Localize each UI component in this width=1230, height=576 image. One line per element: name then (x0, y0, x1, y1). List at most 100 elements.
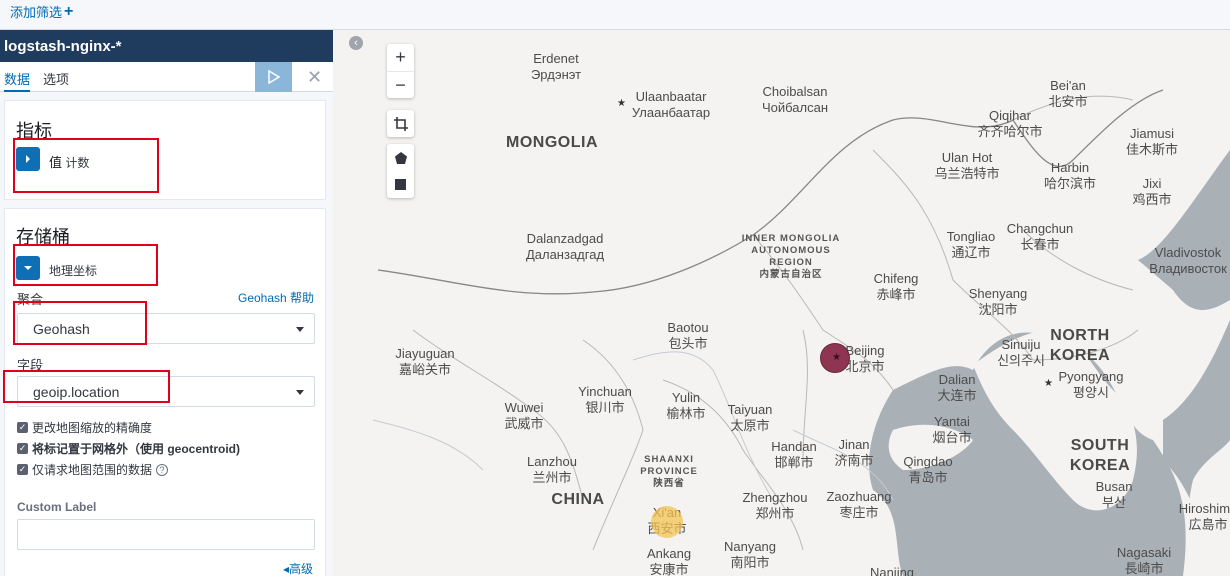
metrics-title: 指标 (16, 121, 52, 141)
zoom-control: + − (387, 44, 414, 98)
capital-star-icon: ★ (1044, 378, 1053, 389)
city-label: Handan 邯郸市 (771, 439, 817, 470)
field-select-value: geoip.location (33, 384, 120, 400)
country-label: SOUTH KOREA (1069, 437, 1131, 474)
option-label: 更改地图缩放的精确度 (32, 421, 153, 435)
city-label: Tongliao 通辽市 (946, 229, 996, 260)
custom-label-title: Custom Label (17, 500, 97, 514)
option-change-precision[interactable]: ✓ 更改地图缩放的精确度 (17, 419, 152, 436)
city-label: Nanjing (869, 565, 915, 576)
add-filter-link[interactable]: 添加筛选 + (10, 2, 73, 21)
city-label: Wuwei 武威市 (504, 400, 544, 431)
country-label: NORTH KOREA (1049, 327, 1111, 364)
apply-changes-button[interactable] (255, 62, 292, 92)
map-canvas[interactable]: ‹ + − MONGOLIA CHINA NORTH KOREA SOUTH K… (333, 30, 1230, 576)
city-label: Dalian 大连市 (937, 372, 977, 403)
question-icon[interactable]: ? (156, 463, 169, 476)
draw-control (387, 144, 414, 198)
draw-polygon-button[interactable] (387, 144, 414, 171)
region-label: SHAANXI PROVINCE 陕西省 (640, 454, 698, 489)
city-label: Baotou 包头市 (667, 320, 709, 351)
city-label: Ulaanbaatar Улаанбаатар (631, 89, 711, 120)
city-label: Beijing 北京市 (845, 343, 885, 374)
advanced-toggle-link[interactable]: ◂高级 (283, 560, 313, 576)
index-pattern-title: logstash-nginx-* (0, 30, 333, 62)
zoom-in-button[interactable]: + (387, 44, 414, 71)
option-map-bounds[interactable]: ✓ 仅请求地图范围的数据 ? (17, 461, 169, 478)
city-label: Chifeng 赤峰市 (873, 271, 919, 302)
tab-options[interactable]: 选项 (43, 69, 69, 88)
caret-down-icon (296, 327, 304, 332)
aggregation-select[interactable]: Geohash (17, 313, 315, 344)
city-label: Changchun 长春市 (1006, 221, 1074, 252)
metrics-panel: 指标 值 计数 (4, 100, 326, 200)
city-label: Taiyuan 太原市 (727, 402, 773, 433)
option-geocentroid[interactable]: ✓ 将标记置于网格外（使用 geocentroid) (17, 440, 240, 457)
country-label: MONGOLIA (506, 134, 598, 151)
close-icon: ✕ (306, 66, 323, 87)
tab-data[interactable]: 数据 (4, 69, 31, 92)
city-label: Nanyang 南阳市 (723, 539, 777, 570)
bucket-agg-label[interactable]: 地理坐标 (49, 262, 97, 279)
filter-bar: 添加筛选 + (0, 0, 1230, 30)
geohash-marker-xian[interactable] (651, 506, 683, 538)
city-label: Qiqihar 齐齐哈尔市 (977, 108, 1043, 139)
field-select[interactable]: geoip.location (17, 376, 315, 407)
city-label: Lanzhou 兰州市 (527, 454, 577, 485)
buckets-panel: 存储桶 地理坐标 聚合 Geohash 帮助 Geohash 字段 geoip.… (4, 208, 326, 576)
fit-bounds-control (387, 110, 414, 137)
crop-icon (393, 116, 408, 131)
add-filter-label: 添加筛选 (10, 5, 63, 20)
play-icon (267, 70, 280, 84)
metric-agg-label[interactable]: 值 计数 (49, 152, 89, 171)
city-label: Dalanzadgad Даланзадгад (525, 231, 605, 262)
city-label: Harbin 哈尔滨市 (1043, 160, 1097, 191)
chevron-down-icon (24, 266, 32, 270)
checkbox-checked-icon[interactable]: ✓ (17, 422, 28, 433)
city-label: Sinuiju 신의주시 (997, 337, 1045, 368)
city-label: Erdenet Эрдэнэт (530, 51, 582, 82)
plus-icon: + (64, 2, 74, 20)
discard-changes-button[interactable]: ✕ (296, 62, 333, 92)
polygon-icon (394, 151, 407, 164)
rectangle-icon (395, 179, 406, 190)
zoom-out-button[interactable]: − (387, 71, 414, 98)
checkbox-checked-icon[interactable]: ✓ (17, 443, 28, 454)
city-label: Yinchuan 银川市 (578, 384, 632, 415)
city-label: Shenyang 沈阳市 (968, 286, 1028, 317)
aggregation-select-value: Geohash (33, 321, 90, 337)
vis-editor-sidebar: logstash-nginx-* 数据 选项 ✕ 指标 值 计数 存储桶 地理坐… (0, 30, 333, 576)
city-label: Hiroshima 広島市 (1178, 501, 1230, 532)
country-label: CHINA (551, 491, 605, 508)
region-label: INNER MONGOLIA AUTONOMOUS REGION 内蒙古自治区 (741, 233, 841, 280)
city-label: Zhengzhou 郑州市 (742, 490, 808, 521)
city-label: Jiamusi 佳木斯市 (1125, 126, 1179, 157)
draw-rectangle-button[interactable] (387, 171, 414, 198)
city-label: Busan 부산 (1095, 479, 1133, 510)
metric-agg-prefix: 值 (49, 155, 63, 170)
city-label: Zaozhuang 枣庄市 (826, 489, 892, 520)
buckets-title: 存储桶 (16, 227, 70, 247)
metric-agg-name: 计数 (65, 156, 90, 170)
option-label: 将标记置于网格外（使用 geocentroid) (32, 442, 241, 456)
option-label: 仅请求地图范围的数据 (32, 463, 153, 477)
capital-star-icon: ★ (617, 98, 626, 109)
bucket-toggle-button[interactable] (16, 256, 40, 280)
city-label: Jinan 济南市 (834, 437, 874, 468)
chevron-right-icon (26, 155, 30, 163)
city-label: Nagasaki 長崎市 (1116, 545, 1172, 576)
city-label: Ulan Hot 乌兰浩特市 (934, 150, 1000, 181)
collapse-sidebar-icon[interactable]: ‹ (349, 36, 363, 50)
checkbox-checked-icon[interactable]: ✓ (17, 464, 28, 475)
city-label: Ankang 安康市 (646, 546, 692, 576)
caret-down-icon (296, 390, 304, 395)
metric-toggle-button[interactable] (16, 147, 40, 171)
city-label: Yantai 烟台市 (932, 414, 972, 445)
capital-star-icon: ★ (832, 352, 841, 363)
city-label: Bei'an 北安市 (1048, 78, 1088, 109)
fit-data-bounds-button[interactable] (387, 110, 414, 137)
city-label: Yulin 榆林市 (666, 390, 706, 421)
geohash-help-link[interactable]: Geohash 帮助 (238, 289, 314, 306)
custom-label-input[interactable] (17, 519, 315, 550)
city-label: Jiayuguan 嘉峪关市 (395, 346, 455, 377)
